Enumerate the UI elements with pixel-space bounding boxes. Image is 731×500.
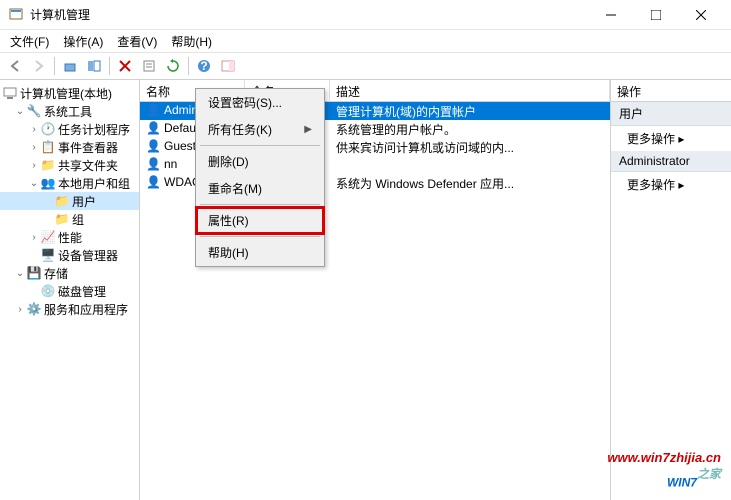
tree-users[interactable]: 📁用户 — [0, 192, 139, 210]
expand-icon[interactable]: › — [28, 124, 40, 135]
action-pane-button[interactable] — [217, 55, 239, 77]
context-menu: 设置密码(S)... 所有任务(K)▶ 删除(D) 重命名(M) 属性(R) 帮… — [195, 88, 325, 267]
collapse-icon[interactable]: ⌄ — [28, 178, 40, 189]
toolbar-separator — [188, 57, 189, 75]
ctx-rename[interactable]: 重命名(M) — [196, 175, 324, 202]
folder-icon: 📁 — [54, 193, 70, 209]
up-button[interactable] — [59, 55, 81, 77]
disk-icon: 💿 — [40, 283, 56, 299]
action-more-2[interactable]: 更多操作 ▸ — [611, 172, 731, 197]
tree-performance[interactable]: ›📈性能 — [0, 228, 139, 246]
menu-file[interactable]: 文件(F) — [4, 31, 55, 52]
tree-event-viewer[interactable]: ›📋事件查看器 — [0, 138, 139, 156]
tree-panel: 计算机管理(本地) ⌄🔧系统工具 ›🕐任务计划程序 ›📋事件查看器 ›📁共享文件… — [0, 80, 140, 500]
row-desc: 系统管理的用户帐户。 — [330, 121, 610, 138]
context-separator — [200, 145, 320, 146]
context-separator — [200, 204, 320, 205]
clock-icon: 🕐 — [40, 121, 56, 137]
window-title: 计算机管理 — [30, 6, 588, 23]
properties-button[interactable] — [138, 55, 160, 77]
chevron-right-icon: ▶ — [304, 124, 312, 135]
tree-storage[interactable]: ⌄💾存储 — [0, 264, 139, 282]
user-icon: 👤 — [146, 139, 162, 155]
chevron-right-icon: ▸ — [678, 132, 684, 146]
menu-action[interactable]: 操作(A) — [57, 31, 109, 52]
forward-button[interactable] — [28, 55, 50, 77]
expand-icon[interactable]: › — [28, 160, 40, 171]
row-desc: 系统为 Windows Defender 应用... — [330, 175, 610, 192]
toolbar-separator — [54, 57, 55, 75]
folder-icon: 📁 — [54, 211, 70, 227]
services-icon: ⚙️ — [26, 301, 42, 317]
back-button[interactable] — [4, 55, 26, 77]
collapse-icon[interactable]: ⌄ — [14, 106, 26, 117]
titlebar: 计算机管理 — [0, 0, 731, 30]
maximize-button[interactable] — [633, 1, 678, 29]
actions-header: 操作 — [611, 80, 731, 102]
expand-icon[interactable]: › — [28, 232, 40, 243]
event-icon: 📋 — [40, 139, 56, 155]
tree-services[interactable]: ›⚙️服务和应用程序 — [0, 300, 139, 318]
tree-root[interactable]: 计算机管理(本地) — [0, 84, 139, 102]
user-icon: 👤 — [146, 121, 162, 137]
menu-help[interactable]: 帮助(H) — [165, 31, 218, 52]
ctx-properties[interactable]: 属性(R) — [196, 207, 324, 234]
tree-system-tools[interactable]: ⌄🔧系统工具 — [0, 102, 139, 120]
action-group-admin: Administrator — [611, 151, 731, 172]
row-desc: 管理计算机(域)的内置帐户 — [330, 103, 610, 120]
row-desc: 供来宾访问计算机或访问域的内... — [330, 139, 610, 156]
close-button[interactable] — [678, 1, 723, 29]
action-more-1[interactable]: 更多操作 ▸ — [611, 126, 731, 151]
user-icon: 👤 — [146, 103, 162, 119]
help-button[interactable]: ? — [193, 55, 215, 77]
ctx-all-tasks[interactable]: 所有任务(K)▶ — [196, 116, 324, 143]
chevron-right-icon: ▸ — [678, 178, 684, 192]
svg-text:?: ? — [200, 59, 207, 73]
show-hide-button[interactable] — [83, 55, 105, 77]
wrench-icon: 🔧 — [26, 103, 42, 119]
user-icon: 👤 — [146, 175, 162, 191]
app-icon — [8, 7, 24, 23]
refresh-button[interactable] — [162, 55, 184, 77]
user-icon: 👤 — [146, 157, 162, 173]
users-icon: 👥 — [40, 175, 56, 191]
perf-icon: 📈 — [40, 229, 56, 245]
toolbar: ? — [0, 52, 731, 80]
watermark-logo: WIN7之家 — [607, 465, 721, 492]
delete-button[interactable] — [114, 55, 136, 77]
collapse-icon[interactable]: ⌄ — [14, 268, 26, 279]
ctx-help[interactable]: 帮助(H) — [196, 239, 324, 266]
tree-shared-folders[interactable]: ›📁共享文件夹 — [0, 156, 139, 174]
watermark-url: www.win7zhijia.cn — [607, 450, 721, 465]
row-name: Guest — [164, 139, 196, 153]
menu-view[interactable]: 查看(V) — [111, 31, 163, 52]
watermark: www.win7zhijia.cn WIN7之家 — [607, 450, 721, 492]
expand-icon[interactable]: › — [14, 304, 26, 315]
minimize-button[interactable] — [588, 1, 633, 29]
device-icon: 🖥️ — [40, 247, 56, 263]
ctx-delete[interactable]: 删除(D) — [196, 148, 324, 175]
tree-task-scheduler[interactable]: ›🕐任务计划程序 — [0, 120, 139, 138]
actions-panel: 操作 用户 更多操作 ▸ Administrator 更多操作 ▸ — [611, 80, 731, 500]
tree-disk-management[interactable]: 💿磁盘管理 — [0, 282, 139, 300]
tree-local-users[interactable]: ⌄👥本地用户和组 — [0, 174, 139, 192]
tree-groups[interactable]: 📁组 — [0, 210, 139, 228]
folder-share-icon: 📁 — [40, 157, 56, 173]
computer-icon — [2, 85, 18, 101]
ctx-set-password[interactable]: 设置密码(S)... — [196, 89, 324, 116]
tree-device-manager[interactable]: 🖥️设备管理器 — [0, 246, 139, 264]
row-name: nn — [164, 157, 177, 171]
context-separator — [200, 236, 320, 237]
expand-icon[interactable]: › — [28, 142, 40, 153]
col-header-description[interactable]: 描述 — [330, 80, 610, 101]
menubar: 文件(F) 操作(A) 查看(V) 帮助(H) — [0, 30, 731, 52]
action-group-users: 用户 — [611, 102, 731, 126]
toolbar-separator — [109, 57, 110, 75]
storage-icon: 💾 — [26, 265, 42, 281]
